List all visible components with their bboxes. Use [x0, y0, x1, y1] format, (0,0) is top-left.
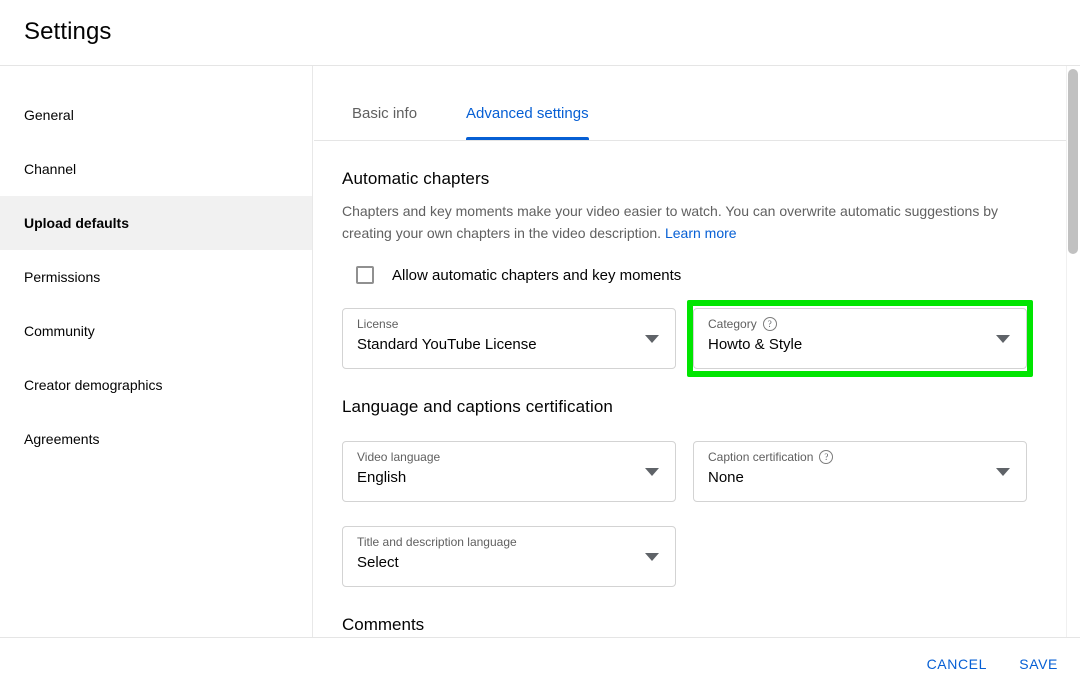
- sidebar-item-label: Permissions: [24, 269, 101, 285]
- sidebar-item-label: Creator demographics: [24, 377, 163, 393]
- sidebar-item-general[interactable]: General: [0, 88, 312, 142]
- sidebar-item-creator-demographics[interactable]: Creator demographics: [0, 358, 312, 412]
- category-dropdown[interactable]: Category ? Howto & Style: [693, 308, 1027, 369]
- sidebar-item-agreements[interactable]: Agreements: [0, 412, 312, 466]
- cancel-button[interactable]: Cancel: [927, 656, 987, 672]
- sidebar-item-upload-defaults[interactable]: Upload defaults: [0, 196, 312, 250]
- dialog-footer: Cancel Save: [0, 637, 1080, 693]
- window-header: Settings: [0, 0, 1080, 66]
- title-description-language-dropdown[interactable]: Title and description language Select: [342, 526, 676, 587]
- caption-certification-dropdown-label: Caption certification ?: [708, 450, 834, 464]
- caption-certification-dropdown[interactable]: Caption certification ? None: [693, 441, 1027, 502]
- license-dropdown-label: License: [357, 317, 398, 331]
- main-scrollbar-thumb[interactable]: [1068, 69, 1078, 254]
- help-icon[interactable]: ?: [762, 317, 777, 331]
- allow-automatic-chapters-label: Allow automatic chapters and key moments: [392, 266, 682, 284]
- learn-more-link[interactable]: Learn more: [665, 225, 737, 241]
- caption-certification-label-text: Caption certification: [708, 450, 814, 464]
- video-language-dropdown[interactable]: Video language English: [342, 441, 676, 502]
- sidebar-item-channel[interactable]: Channel: [0, 142, 312, 196]
- chevron-down-icon[interactable]: [996, 468, 1010, 476]
- video-language-dropdown-value: English: [357, 469, 407, 486]
- allow-automatic-chapters-row[interactable]: Allow automatic chapters and key moments: [342, 266, 1036, 284]
- tab-basic-info[interactable]: Basic info: [352, 86, 417, 140]
- sidebar-item-label: Agreements: [24, 431, 100, 447]
- license-dropdown[interactable]: License Standard YouTube License: [342, 308, 676, 369]
- language-captions-heading: Language and captions certification: [342, 397, 613, 416]
- title-description-language-dropdown-value: Select: [357, 554, 399, 571]
- video-language-label-text: Video language: [357, 450, 441, 464]
- settings-main-panel: Basic info Advanced settings Automatic c…: [314, 66, 1066, 637]
- video-language-dropdown-label: Video language: [357, 450, 440, 464]
- chevron-down-icon[interactable]: [645, 468, 659, 476]
- sidebar-item-label: Upload defaults: [24, 215, 130, 231]
- main-scrollbar-track[interactable]: [1066, 66, 1080, 637]
- tab-label: Basic info: [352, 104, 418, 122]
- sidebar-item-label: General: [24, 107, 74, 123]
- language-row: Video language English Caption certifica…: [342, 441, 1036, 502]
- caption-certification-dropdown-value: None: [708, 469, 744, 486]
- automatic-chapters-heading: Automatic chapters: [342, 169, 490, 188]
- settings-sidebar: General Channel Upload defaults Permissi…: [0, 66, 313, 637]
- comments-heading: Comments: [342, 615, 425, 634]
- tab-label: Advanced settings: [466, 104, 589, 122]
- category-highlight-box: Category ? Howto & Style: [687, 300, 1033, 377]
- license-dropdown-value: Standard YouTube License: [357, 336, 537, 353]
- license-category-row: License Standard YouTube License Categor…: [342, 300, 1036, 377]
- title-description-language-dropdown-label: Title and description language: [357, 535, 517, 549]
- settings-window: Settings General Channel Upload defaults…: [0, 0, 1080, 693]
- chevron-down-icon[interactable]: [645, 335, 659, 343]
- help-icon[interactable]: ?: [819, 450, 834, 464]
- save-button[interactable]: Save: [1019, 656, 1058, 672]
- sidebar-item-permissions[interactable]: Permissions: [0, 250, 312, 304]
- title-description-language-row: Title and description language Select: [342, 526, 1036, 587]
- category-dropdown-label: Category ?: [708, 317, 777, 331]
- license-label-text: License: [357, 317, 399, 331]
- category-label-text: Category: [708, 317, 757, 331]
- sidebar-item-label: Community: [24, 323, 95, 339]
- tab-advanced-settings[interactable]: Advanced settings: [466, 86, 589, 140]
- chevron-down-icon[interactable]: [645, 553, 659, 561]
- allow-automatic-chapters-checkbox[interactable]: [356, 266, 374, 284]
- automatic-chapters-description: Chapters and key moments make your video…: [342, 200, 1032, 244]
- chevron-down-icon[interactable]: [996, 335, 1010, 343]
- title-description-language-label-text: Title and description language: [357, 535, 517, 549]
- settings-content: Automatic chapters Chapters and key mome…: [314, 169, 1066, 635]
- page-title: Settings: [24, 18, 112, 45]
- sidebar-item-community[interactable]: Community: [0, 304, 312, 358]
- tab-bar: Basic info Advanced settings: [314, 66, 1066, 141]
- category-dropdown-value: Howto & Style: [708, 336, 803, 353]
- sidebar-item-label: Channel: [24, 161, 77, 177]
